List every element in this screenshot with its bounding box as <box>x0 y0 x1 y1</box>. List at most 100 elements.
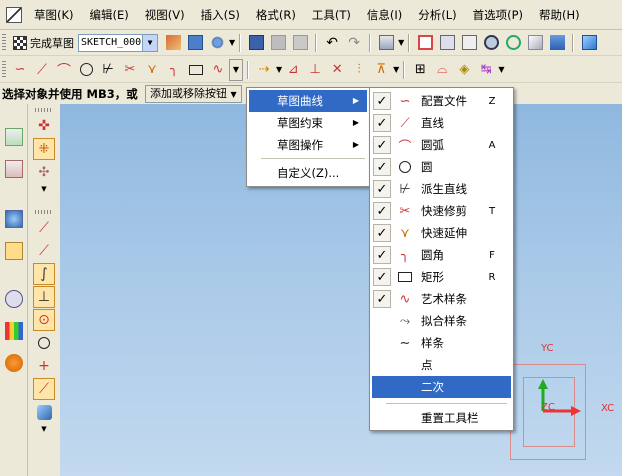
rectangle-tool-button[interactable] <box>185 59 207 81</box>
history-icon[interactable] <box>5 290 23 308</box>
submenu-item-quick-extend[interactable]: ✓ ⋎ 快速延伸 <box>372 222 511 244</box>
circle-tool-button[interactable] <box>75 59 97 81</box>
geometric-constraint-button[interactable]: ⊥ <box>304 59 326 81</box>
app-icon[interactable] <box>6 6 22 23</box>
menu1-sketch-constraint[interactable]: 草图约束 ▶ <box>249 112 367 134</box>
line2-v-button[interactable]: ⟋ <box>33 240 55 262</box>
zoom-button[interactable] <box>480 32 502 54</box>
select-tool-button[interactable]: ✜ <box>33 115 55 137</box>
menu-insert[interactable]: 插入(S) <box>193 4 248 26</box>
render-style-button[interactable] <box>546 32 568 54</box>
submenu-item-quick-trim[interactable]: ✓ ✂ 快速修剪 T <box>372 200 511 222</box>
circle-center-v-button[interactable]: ⊙ <box>33 309 55 331</box>
circle-v-button[interactable] <box>33 332 55 354</box>
select-filter-button[interactable] <box>375 32 397 54</box>
reattach-button[interactable] <box>184 32 206 54</box>
line-tool-button[interactable]: ⟋ <box>31 59 53 81</box>
copy-button[interactable] <box>267 32 289 54</box>
paste-button[interactable] <box>289 32 311 54</box>
studio-spline-tool-button[interactable]: ∿ <box>207 59 229 81</box>
line-v-button[interactable]: ⟋ <box>33 217 55 239</box>
check-icon: ✓ <box>373 114 391 132</box>
submenu-item-conic[interactable]: 二次 <box>372 376 511 398</box>
menu-view[interactable]: 视图(V) <box>137 4 193 26</box>
submenu-item-derived-line[interactable]: ✓ ⊬ 派生直线 <box>372 178 511 200</box>
rotate-view-button[interactable] <box>502 32 524 54</box>
submenu-item-profile[interactable]: ✓ ∽ 配置文件 Z <box>372 90 511 112</box>
palette-icon[interactable] <box>5 322 23 340</box>
menu1-customize[interactable]: 自定义(Z)... <box>249 162 367 184</box>
line3-v-button[interactable]: ⟋ <box>33 378 55 400</box>
web-browser-icon[interactable] <box>5 210 23 228</box>
menu-format[interactable]: 格式(R) <box>248 4 304 26</box>
submenu-item-point[interactable]: 点 <box>372 354 511 376</box>
snap-point-button[interactable]: ⁜ <box>33 138 55 160</box>
constraint-tool-button[interactable]: ⇢ <box>253 59 275 81</box>
menu-sketch[interactable]: 草图(K) <box>26 4 82 26</box>
roles-icon[interactable] <box>5 354 23 372</box>
quick-trim-tool-button[interactable]: ✂ <box>119 59 141 81</box>
redo-button[interactable]: ↷ <box>343 32 365 54</box>
submenu-item-circle[interactable]: ✓ 圆 <box>372 156 511 178</box>
plus-icon: + <box>38 358 50 374</box>
menu-info[interactable]: 信息(I) <box>359 4 410 26</box>
zoom-window-button[interactable] <box>436 32 458 54</box>
edit-curve-button[interactable]: ↹ <box>475 59 497 81</box>
zoom-box-button[interactable] <box>458 32 480 54</box>
blue-tool-v-button[interactable] <box>33 401 55 423</box>
snap-grid-button[interactable]: ✣ <box>33 161 55 183</box>
toolbar-grip[interactable] <box>2 33 6 52</box>
sketch-name-value: SKETCH_000 <box>81 37 142 48</box>
menu-preferences[interactable]: 首选项(P) <box>465 4 531 26</box>
circle-center-icon: ⊙ <box>38 312 50 328</box>
curve-v-button[interactable]: ∫ <box>33 263 55 285</box>
submenu-item-fit-spline[interactable]: ⤳ 拟合样条 <box>372 310 511 332</box>
submenu-item-arc[interactable]: ✓ ⌒ 圆弧 A <box>372 134 511 156</box>
menu-tools[interactable]: 工具(T) <box>304 4 359 26</box>
dimension-tool-button[interactable]: ⊿ <box>282 59 304 81</box>
check-icon: ✓ <box>373 224 391 242</box>
arc-tool-button[interactable]: ⌒ <box>53 59 75 81</box>
menu-help[interactable]: 帮助(H) <box>531 4 588 26</box>
undo-button[interactable]: ↶ <box>321 32 343 54</box>
toolbar-grip-2[interactable] <box>2 60 6 79</box>
convert-reference-button[interactable]: ⊼ <box>370 59 392 81</box>
help-icon[interactable] <box>5 242 23 260</box>
profile-tool-button[interactable]: ∽ <box>9 59 31 81</box>
submenu-item-fillet[interactable]: ✓ ╮ 圆角 F <box>372 244 511 266</box>
perpendicular-v-button[interactable]: ⊥ <box>33 286 55 308</box>
submenu-item-rectangle[interactable]: ✓ 矩形 R <box>372 266 511 288</box>
part-navigator-icon[interactable] <box>5 128 23 146</box>
menu1-sketch-curve[interactable]: 草图曲线 ▶ <box>249 90 367 112</box>
submenu-item-line[interactable]: ✓ ⟋ 直线 <box>372 112 511 134</box>
chevron-down-icon[interactable]: ▼ <box>32 424 56 434</box>
menu-analysis[interactable]: 分析(L) <box>410 4 464 26</box>
derived-line-tool-button[interactable]: ⊬ <box>97 59 119 81</box>
offset-button[interactable]: ⌓ <box>431 59 453 81</box>
fit-view-button[interactable] <box>414 32 436 54</box>
show-constraints-button[interactable]: ⫶ <box>348 59 370 81</box>
chevron-down-icon[interactable]: ▼ <box>32 184 56 194</box>
save-button[interactable] <box>245 32 267 54</box>
quick-extend-tool-button[interactable]: ⋎ <box>141 59 163 81</box>
assembly-navigator-icon[interactable] <box>5 160 23 178</box>
submenu-item-studio-spline[interactable]: ✓ ∿ 艺术样条 <box>372 288 511 310</box>
finish-sketch-button[interactable]: 完成草图 <box>9 32 78 54</box>
submenu-item-spline[interactable]: ∼ 样条 <box>372 332 511 354</box>
add-remove-buttons-dropdown[interactable]: 添加或移除按钮 ▼ <box>145 85 242 103</box>
sketch-name-select[interactable]: SKETCH_000 ▼ <box>78 33 158 52</box>
chevron-down-icon[interactable]: ▼ <box>142 34 157 51</box>
project-button[interactable]: ◈ <box>453 59 475 81</box>
sketch-orient-button[interactable] <box>162 32 184 54</box>
more-curve-tools-button[interactable]: ▼ <box>229 58 243 81</box>
model-cube-button[interactable] <box>578 32 600 54</box>
mirror-button[interactable]: ⊞ <box>409 59 431 81</box>
point-v-button[interactable]: + <box>33 355 55 377</box>
update-model-button[interactable] <box>206 32 228 54</box>
menu-edit[interactable]: 编辑(E) <box>82 4 137 26</box>
submenu-reset-toolbar[interactable]: 重置工具栏 <box>372 407 511 429</box>
auto-constraint-button[interactable]: ✕ <box>326 59 348 81</box>
shaded-view-button[interactable] <box>524 32 546 54</box>
fillet-tool-button[interactable]: ╮ <box>163 59 185 81</box>
menu1-sketch-operation[interactable]: 草图操作 ▶ <box>249 134 367 156</box>
